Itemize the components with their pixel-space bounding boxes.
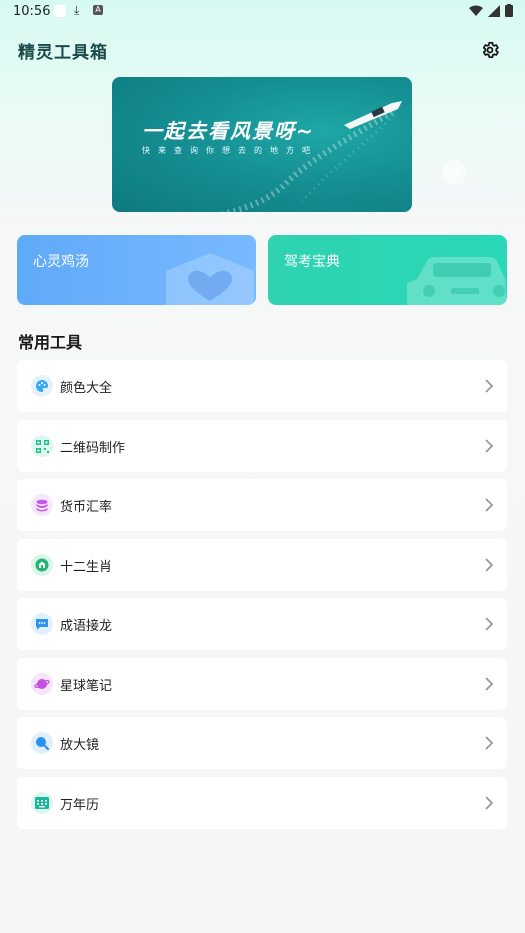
tool-item-calendar[interactable]: 万年历 (17, 777, 507, 829)
download-icon: ⤓ (74, 3, 80, 17)
tool-label: 成语接龙 (60, 619, 113, 634)
tool-item-currency[interactable]: 货币汇率 (17, 479, 507, 531)
tool-label: 货币汇率 (60, 500, 113, 515)
carousel-next-button[interactable] (442, 160, 467, 185)
gear-icon (482, 42, 499, 59)
coins-icon (31, 494, 53, 516)
settings-button[interactable] (478, 38, 502, 62)
tool-item-magnifier[interactable]: 放大镜 (17, 717, 507, 769)
app-title: 精灵工具箱 (18, 43, 108, 63)
chevron-right-icon (485, 498, 494, 512)
battery-icon (505, 4, 513, 17)
tool-label: 放大镜 (60, 738, 100, 753)
tool-label: 二维码制作 (60, 441, 126, 456)
tool-item-idioms[interactable]: 成语接龙 (17, 598, 507, 650)
banner-subline: 快来查询你想去的地方吧 (142, 146, 318, 155)
chevron-right-icon (451, 166, 459, 179)
chevron-right-icon (485, 796, 494, 810)
soul-soup-card[interactable]: 心灵鸡汤 (17, 235, 256, 305)
banner-carousel[interactable]: 一起去看风景呀~ 快来查询你想去的地方吧 (112, 77, 412, 212)
car-icon (407, 257, 507, 305)
magnifier-icon (31, 732, 53, 754)
wifi-icon (469, 5, 483, 16)
chevron-right-icon (485, 439, 494, 453)
banner-headline: 一起去看风景呀~ (142, 119, 315, 143)
tool-item-colors[interactable]: 颜色大全 (17, 360, 507, 412)
card-label: 驾考宝典 (284, 254, 340, 270)
palette-icon (31, 375, 53, 397)
chevron-right-icon (485, 736, 494, 750)
calendar-icon (31, 792, 53, 814)
chevron-right-icon (485, 379, 494, 393)
signal-icon (488, 4, 500, 17)
chat-icon (31, 613, 53, 635)
section-title: 常用工具 (18, 333, 83, 352)
clock: 10:56 (13, 4, 51, 19)
boat-image (342, 99, 404, 133)
planet-icon (31, 673, 53, 695)
tool-label: 颜色大全 (60, 381, 113, 396)
tool-label: 星球笔记 (60, 679, 113, 694)
notification-icon (54, 5, 66, 17)
tool-item-qrcode[interactable]: 二维码制作 (17, 420, 507, 472)
tool-item-planet-notes[interactable]: 星球笔记 (17, 658, 507, 710)
chevron-right-icon (485, 558, 494, 572)
heart-house-icon (166, 253, 254, 305)
card-label: 心灵鸡汤 (33, 254, 89, 270)
tool-item-zodiac[interactable]: 十二生肖 (17, 539, 507, 591)
status-bar: 10:56 ⤓ A (0, 0, 525, 24)
app-notification-icon: A (93, 5, 103, 15)
driving-test-card[interactable]: 驾考宝典 (268, 235, 507, 305)
zodiac-icon (31, 554, 53, 576)
qrcode-icon (31, 435, 53, 457)
chevron-right-icon (485, 677, 494, 691)
tool-label: 十二生肖 (60, 560, 113, 575)
tool-label: 万年历 (60, 798, 100, 813)
chevron-right-icon (485, 617, 494, 631)
